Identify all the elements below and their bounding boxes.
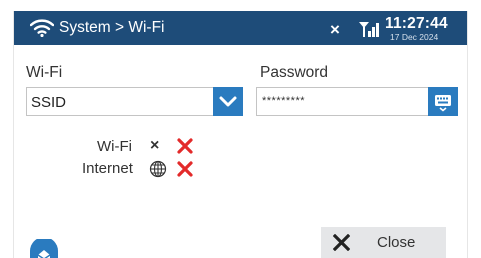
wifi-label: Wi-Fi [26,64,63,81]
clock-time: 11:27:44 [385,15,448,32]
keyboard-button[interactable] [428,87,458,116]
internet-error-icon [177,161,193,177]
wifi-status-glyph: × [330,20,340,39]
signal-icon [359,22,379,37]
globe-icon [149,160,167,178]
clock-date: 17 Dec 2024 [390,32,439,42]
keyboard-icon [435,95,451,112]
wifi-status-label: Wi-Fi [97,138,132,155]
password-value: ********* [262,95,306,107]
dropdown-button[interactable] [213,87,243,116]
breadcrumb-title: System > Wi-Fi [59,19,165,36]
close-button[interactable]: Close [321,227,446,258]
home-tab-icon[interactable] [30,239,58,258]
ssid-value: SSID [31,94,67,111]
status-bar: System > Wi-Fi × 11:27:44 17 Dec 2024 [14,11,467,45]
ssid-dropdown[interactable]: SSID [26,87,243,116]
internet-status-label: Internet [82,160,133,177]
wifi-icon [30,19,54,37]
password-field[interactable]: ********* [256,87,458,116]
password-label: Password [260,64,329,81]
wifi-status-x-glyph: × [150,137,160,154]
close-label: Close [377,234,416,251]
wifi-error-icon [177,138,193,154]
close-icon [333,234,350,251]
chevron-down-icon [219,96,237,107]
device-screen: System > Wi-Fi × 11:27:44 17 Dec 2024 Wi… [14,11,467,258]
